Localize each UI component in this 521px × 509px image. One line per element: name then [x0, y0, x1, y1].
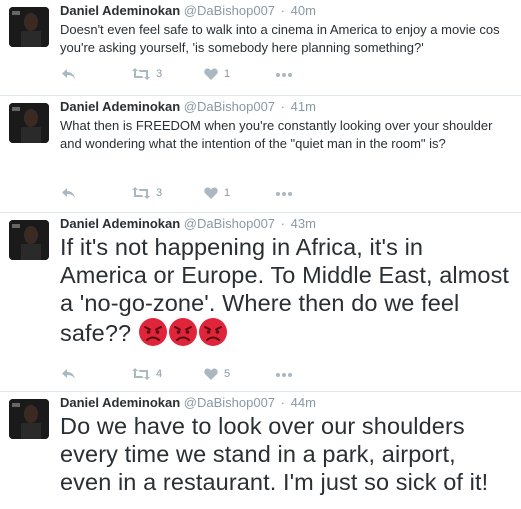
angry-face-icon	[168, 318, 197, 346]
retweet-button[interactable]: 4	[132, 368, 162, 380]
separator-dot: ·	[280, 3, 286, 18]
avatar[interactable]	[9, 103, 49, 143]
tweet-4[interactable]: Daniel Ademinokan @DaBishop007 · 44m Do …	[0, 392, 521, 509]
retweet-count: 3	[156, 187, 163, 199]
retweet-icon	[132, 187, 150, 199]
tweet-text: Do we have to look over our shoulders ev…	[60, 413, 489, 495]
like-count: 5	[224, 368, 231, 380]
avatar[interactable]	[9, 7, 49, 47]
tweet-header: Daniel Ademinokan @DaBishop007 · 44m	[60, 395, 316, 410]
author-handle[interactable]: @DaBishop007	[184, 216, 275, 231]
more-icon	[276, 373, 292, 377]
separator-dot: ·	[280, 99, 286, 114]
more-icon	[276, 73, 292, 77]
like-icon	[204, 368, 218, 380]
timestamp[interactable]: 41m	[291, 99, 316, 114]
tweet-header: Daniel Ademinokan @DaBishop007 · 41m	[60, 99, 316, 114]
retweet-icon	[132, 68, 150, 80]
tweet-text: What then is FREEDOM when you're constan…	[60, 118, 493, 151]
like-icon	[204, 68, 218, 80]
tweet-header: Daniel Ademinokan @DaBishop007 · 43m	[60, 216, 316, 231]
separator-dot: ·	[280, 395, 286, 410]
tweet-1[interactable]: Daniel Ademinokan @DaBishop007 · 40m Doe…	[0, 0, 521, 96]
reply-icon	[62, 369, 75, 379]
more-icon	[276, 192, 292, 196]
like-button[interactable]: 1	[204, 187, 230, 199]
reply-button[interactable]	[62, 187, 76, 199]
like-button[interactable]: 5	[204, 368, 230, 380]
tweet-2[interactable]: Daniel Ademinokan @DaBishop007 · 41m Wha…	[0, 96, 521, 213]
author-handle[interactable]: @DaBishop007	[184, 395, 275, 410]
tweet-text-container: If it's not happening in Africa, it's in…	[60, 233, 511, 347]
more-button[interactable]	[276, 373, 292, 377]
author-name[interactable]: Daniel Ademinokan	[60, 3, 180, 18]
separator-dot: ·	[280, 216, 286, 231]
reply-icon	[62, 188, 75, 198]
reply-button[interactable]	[62, 368, 76, 380]
retweet-count: 4	[156, 368, 163, 380]
angry-face-icon	[198, 318, 227, 346]
like-count: 1	[224, 68, 231, 80]
timestamp[interactable]: 40m	[291, 3, 316, 18]
retweet-button[interactable]: 3	[132, 187, 162, 199]
retweet-button[interactable]: 3	[132, 68, 162, 80]
more-button[interactable]	[276, 192, 292, 196]
author-handle[interactable]: @DaBishop007	[184, 3, 275, 18]
tweet-header: Daniel Ademinokan @DaBishop007 · 40m	[60, 3, 316, 18]
more-button[interactable]	[276, 73, 292, 77]
author-handle[interactable]: @DaBishop007	[184, 99, 275, 114]
like-button[interactable]: 1	[204, 68, 230, 80]
author-name[interactable]: Daniel Ademinokan	[60, 99, 180, 114]
like-icon	[204, 187, 218, 199]
angry-face-icon	[138, 318, 167, 346]
avatar[interactable]	[9, 220, 49, 260]
tweet-3[interactable]: Daniel Ademinokan @DaBishop007 · 43m If …	[0, 213, 521, 392]
author-name[interactable]: Daniel Ademinokan	[60, 216, 180, 231]
reply-icon	[62, 69, 75, 79]
tweet-text: If it's not happening in Africa, it's in…	[60, 234, 510, 346]
retweet-count: 3	[156, 68, 163, 80]
timestamp[interactable]: 44m	[291, 395, 316, 410]
timestamp[interactable]: 43m	[291, 216, 316, 231]
reply-button[interactable]	[62, 68, 76, 80]
like-count: 1	[224, 187, 231, 199]
author-name[interactable]: Daniel Ademinokan	[60, 395, 180, 410]
tweet-text: Doesn't even feel safe to walk into a ci…	[60, 22, 500, 55]
avatar[interactable]	[9, 399, 49, 439]
retweet-icon	[132, 368, 150, 380]
